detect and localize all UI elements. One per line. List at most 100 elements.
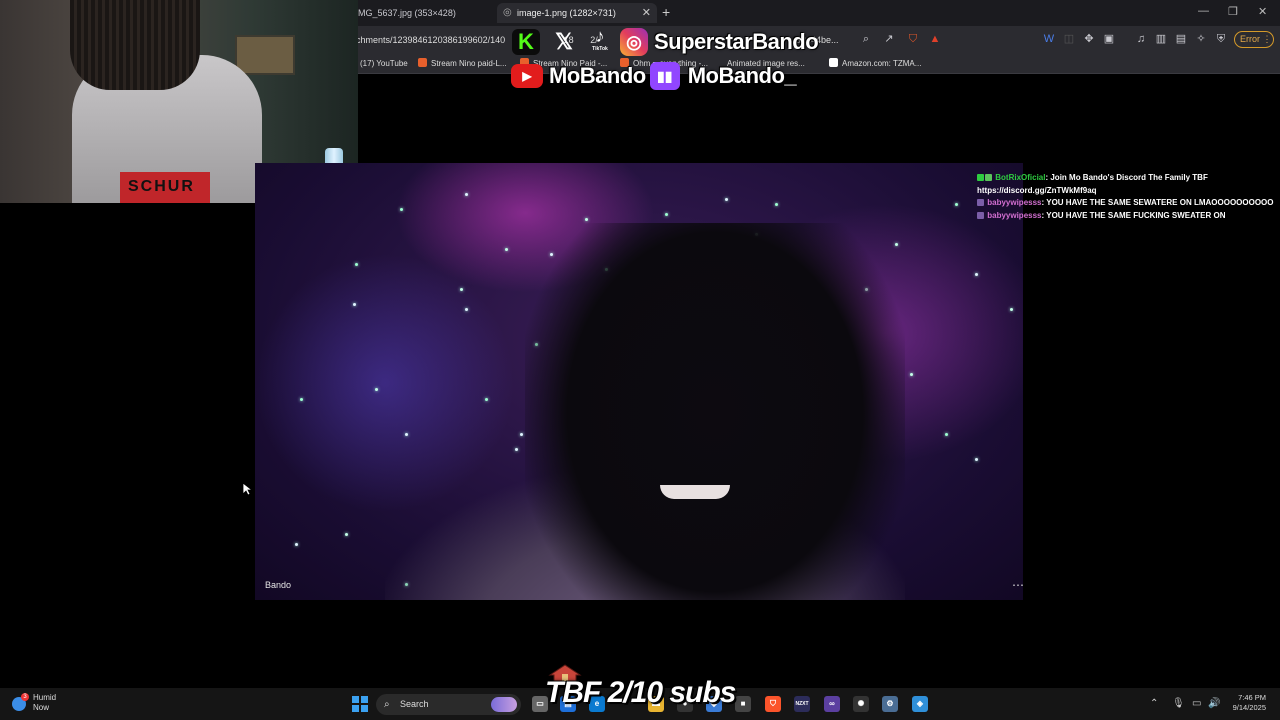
star-dot: [775, 203, 778, 206]
star-dot: [515, 448, 518, 451]
mouse-cursor-icon: [242, 482, 252, 496]
clock-time: 7:46 PM: [1238, 693, 1266, 702]
star-dot: [400, 208, 403, 211]
search-placeholder: Search: [400, 699, 429, 709]
star-dot: [955, 203, 958, 206]
music-icon[interactable]: ♫: [1134, 32, 1148, 46]
network-icon[interactable]: ▭: [1192, 698, 1201, 709]
microphone-icon[interactable]: 🎙: [1172, 698, 1185, 709]
extensions-puzzle-icon[interactable]: ✥: [1082, 32, 1096, 46]
share-icon[interactable]: ↗: [882, 32, 896, 46]
close-window-icon[interactable]: ✕: [1258, 5, 1267, 18]
chat-username: babyywipesss: [987, 198, 1042, 207]
tiktok-icon: ♪ TikTok: [586, 27, 614, 57]
star-dot: [353, 303, 356, 306]
star-dot: [975, 458, 978, 461]
tab-label: image-1.png (1282×731): [517, 8, 616, 18]
star-dot: [460, 288, 463, 291]
bookmark-label: Stream Nino paid-L...: [431, 59, 507, 68]
streamer-hair: [70, 0, 200, 90]
weather-badge: 3: [21, 693, 29, 701]
star-dot: [725, 198, 728, 201]
sidebar-icon[interactable]: ▥: [1154, 32, 1168, 46]
brave-shield-icon[interactable]: ⛉: [906, 32, 920, 46]
twitch-handle: MoBando_: [687, 63, 797, 88]
zoom-icon[interactable]: ⌕: [859, 32, 873, 46]
streamer-shorts: SCHUR: [120, 172, 210, 203]
social-row-top: K 𝕏 ♪ TikTok ◎ SuperstarBando: [512, 27, 819, 57]
star-dot: [485, 398, 488, 401]
wallet-icon[interactable]: ▤: [1174, 32, 1188, 46]
social-row-bottom: ▶ MoBando ▮▮ MoBando_: [511, 62, 797, 90]
youtube-icon: ▶: [511, 64, 543, 88]
chat-text: : YOU HAVE THE SAME SEWATERE ON LMAOOOOO…: [1041, 198, 1274, 207]
star-dot: [405, 433, 408, 436]
star-dot: [975, 273, 978, 276]
participant-smile: [660, 485, 730, 499]
app-icon-4[interactable]: ∞: [824, 696, 840, 712]
app-icon-5[interactable]: ◈: [912, 696, 928, 712]
tab-image-png[interactable]: ◎ image-1.png (1282×731) ✕: [497, 3, 657, 23]
extension-gray-icon[interactable]: ◫: [1062, 32, 1076, 46]
x-twitter-icon: 𝕏: [555, 29, 573, 54]
amazon-icon: [829, 58, 838, 67]
stream-chat: BotRixOficial: Join Mo Bando's Discord T…: [977, 172, 1277, 222]
new-tab-button[interactable]: +: [662, 4, 670, 20]
app-icon-3[interactable]: ■: [735, 696, 751, 712]
restore-icon[interactable]: ❐: [1228, 5, 1238, 18]
star-dot: [910, 373, 913, 376]
chat-message: BotRixOficial: Join Mo Bando's Discord T…: [977, 172, 1277, 185]
system-clock[interactable]: 7:46 PM 9/14/2025: [1222, 693, 1266, 713]
chat-username: BotRixOficial: [995, 173, 1046, 182]
star-dot: [945, 433, 948, 436]
chat-message: babyywipesss: YOU HAVE THE SAME FUCKING …: [977, 210, 1277, 223]
verified-badge-icon: [977, 174, 984, 181]
start-button[interactable]: [352, 696, 368, 712]
bookmark-label: Amazon.com: TZMA...: [842, 59, 922, 68]
address-text: chments/1239846120386199602/140: [356, 35, 506, 45]
star-dot: [585, 218, 588, 221]
settings-gear-icon[interactable]: ⚙: [882, 696, 898, 712]
tiktok-label: TikTok: [592, 46, 608, 52]
rewards-icon[interactable]: ▲: [928, 32, 942, 46]
instagram-icon: ◎: [620, 28, 648, 56]
tray-chevron-icon[interactable]: ⌃: [1150, 698, 1158, 709]
bookmark-stream-1[interactable]: Stream Nino paid-L...: [418, 57, 507, 71]
star-dot: [300, 398, 303, 401]
user-badge-icon: [977, 199, 984, 206]
participant-name: Bando: [265, 580, 292, 590]
extension-w-icon[interactable]: W: [1042, 32, 1056, 46]
video-tile[interactable]: [255, 163, 1023, 600]
social-handle-main: SuperstarBando: [654, 29, 819, 54]
minimize-icon[interactable]: —: [1198, 5, 1209, 17]
error-button[interactable]: Error ⋮: [1234, 31, 1274, 48]
chat-text: : YOU HAVE THE SAME FUCKING SWEATER ON: [1041, 210, 1226, 220]
chatgpt-icon[interactable]: ✺: [853, 696, 869, 712]
weather-subtitle: Now: [33, 703, 50, 712]
nzxt-icon[interactable]: NZXT: [794, 696, 810, 712]
star-dot: [465, 193, 468, 196]
weather-title: Humid: [33, 693, 57, 702]
taskbar-search[interactable]: ⌕ Search: [376, 694, 521, 715]
star-dot: [465, 308, 468, 311]
bookmark-label: (17) YouTube: [360, 59, 408, 68]
star-dot: [375, 388, 378, 391]
vpn-shield-icon[interactable]: ⛨: [1214, 32, 1228, 46]
tab-manager-icon[interactable]: ▣: [1102, 32, 1116, 46]
bookmark-amazon[interactable]: Amazon.com: TZMA...: [829, 57, 921, 71]
leo-ai-icon[interactable]: ✧: [1194, 32, 1208, 46]
bookmark-youtube[interactable]: (17) YouTube: [360, 57, 408, 71]
tab-label: MG_5637.jpg (353×428): [358, 8, 456, 18]
brave-browser-icon[interactable]: ⛉: [765, 696, 781, 712]
twitch-icon: ▮▮: [649, 62, 680, 90]
close-tab-icon[interactable]: ✕: [642, 3, 651, 23]
search-icon: ⌕: [384, 699, 390, 710]
star-dot: [665, 213, 668, 216]
bot-badge-icon: [985, 174, 992, 181]
volume-icon[interactable]: 🔊: [1208, 698, 1220, 709]
more-options-icon[interactable]: ⋯: [1012, 578, 1024, 592]
clock-date: 9/14/2025: [1232, 703, 1266, 712]
kick-icon: K: [512, 29, 540, 55]
chat-message-continued: https://discord.gg/ZnTWkMf9aq: [977, 185, 1097, 195]
tab-image-jpg[interactable]: MG_5637.jpg (353×428): [350, 3, 485, 23]
